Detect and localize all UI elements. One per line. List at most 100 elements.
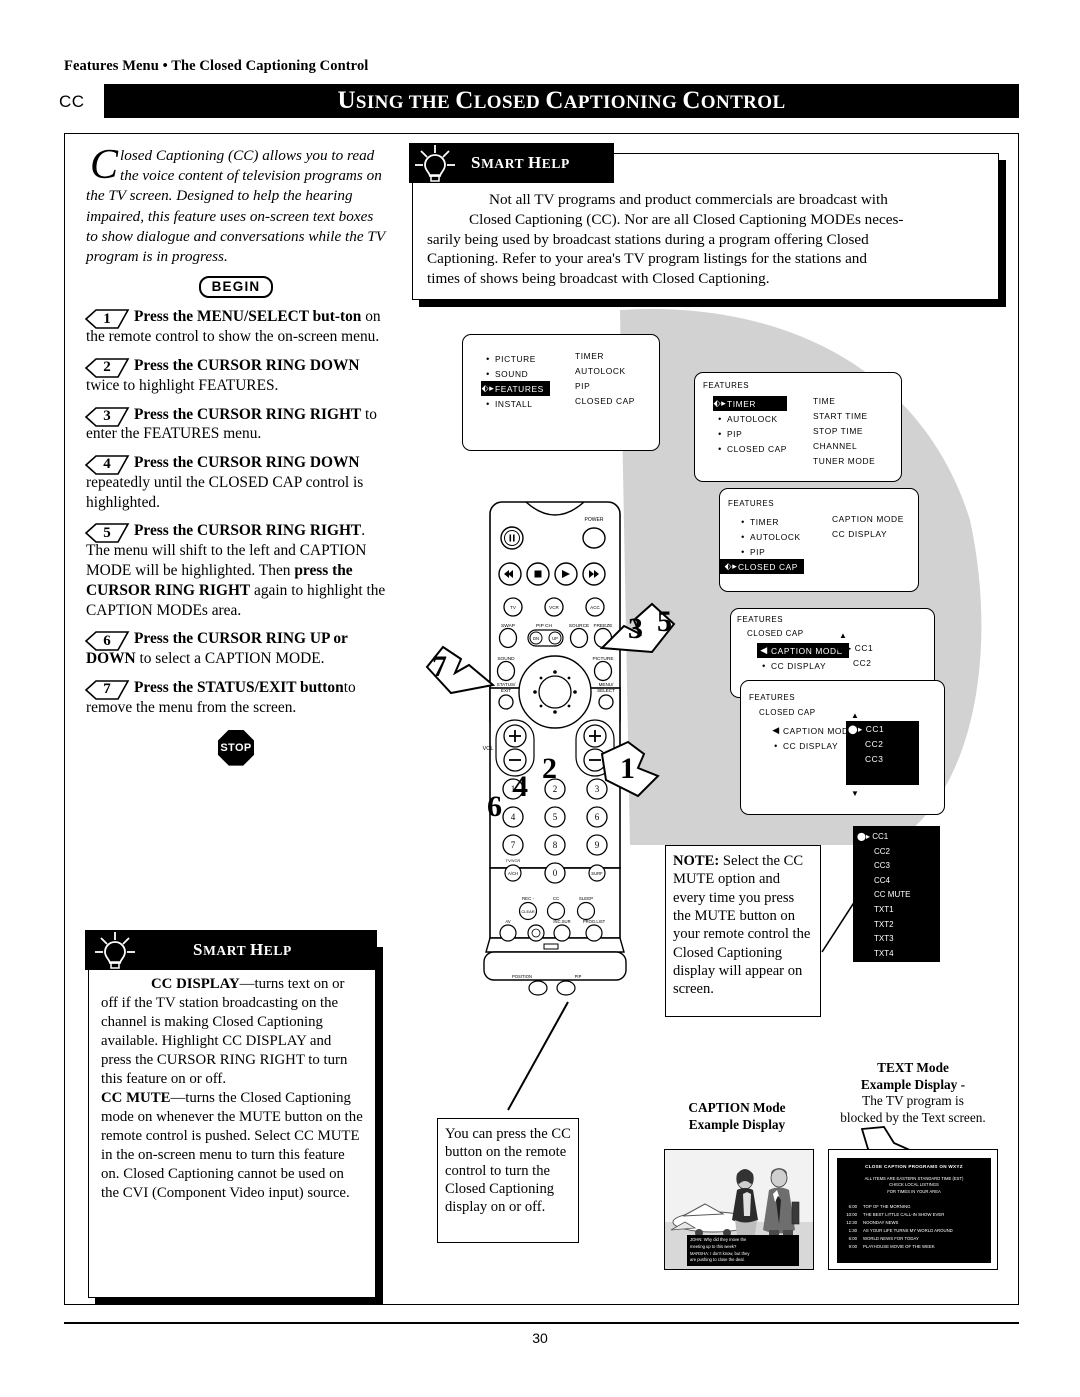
note-box: NOTE: Select the CC MUTE option and ever… <box>665 845 821 1017</box>
menu-sub-item[interactable]: CC2 <box>848 739 919 754</box>
svg-text:SLEEP: SLEEP <box>579 896 593 901</box>
listing-row: 6:00 WORLD NEWS FOR TODAY <box>837 1235 991 1243</box>
svg-text:TV/VCR: TV/VCR <box>506 858 521 863</box>
step-number-badge: 3 <box>84 406 130 428</box>
sh-top-line2: Closed Captioning (CC). Nor are all Clos… <box>469 210 904 228</box>
callout-6: 6 <box>487 790 502 823</box>
listing-row: 9:00 PLAYHOUSE MOVIE OF THE WEEK <box>837 1243 991 1251</box>
mode-item[interactable]: CC3 <box>857 859 940 874</box>
menu-item[interactable]: • CC DISPLAY <box>769 738 855 753</box>
svg-text:POSITION: POSITION <box>512 974 532 979</box>
svg-text:AV: AV <box>505 919 510 924</box>
listing-time: 9:00 <box>848 1243 857 1249</box>
menu-sub-item[interactable]: CC2 <box>837 658 873 673</box>
menu-item[interactable]: • TIMER <box>736 514 804 529</box>
intro-paragraph: Closed Captioning (CC) allows you to rea… <box>86 144 386 267</box>
svg-text:INC.SUR: INC.SUR <box>553 919 570 924</box>
menu-item[interactable]: ◀ CAPTION MODE <box>769 723 855 738</box>
menu-sub-item[interactable]: ⬤▸ CC1 <box>837 643 873 658</box>
menu-sub-item: TUNER MODE <box>813 456 876 466</box>
menu-item[interactable]: • AUTOLOCK <box>713 411 787 426</box>
menu-item-label: CLOSED CAP <box>738 561 798 572</box>
callout-7: 7 <box>432 650 447 683</box>
svg-text:VCR: VCR <box>549 605 559 610</box>
menu-2-title: FEATURES <box>703 381 750 390</box>
menu-item[interactable]: • PIP <box>736 544 804 559</box>
bullet-icon: • <box>486 368 490 379</box>
caption-mode-line2: Example Display <box>688 1116 786 1132</box>
mode-item[interactable]: CC2 <box>857 845 940 860</box>
sh-top-line5: times of shows being broadcast with Clos… <box>427 270 770 287</box>
step-2-bold: Press the CURSOR RING <box>134 356 307 374</box>
smart-help-bottom-content: CC DISPLAY—turns text on or off if the T… <box>89 941 375 1203</box>
menu-sub-item: AUTOLOCK <box>575 366 626 376</box>
sh-bottom-p2: CC MUTE—turns the Closed Captioning mode… <box>101 1089 365 1203</box>
text-screen-listings: 6:00 TOP OF THE MORNING 10:00 THE BEST LIT… <box>837 1203 991 1251</box>
sh-bottom-p2-text: —turns the Closed Captioning mode on whe… <box>101 1090 363 1201</box>
menu-item-label: CLOSED CAP <box>727 443 787 454</box>
cursor-ring-icon: ⬖▸ <box>481 383 495 393</box>
menu-item-highlighted[interactable]: ⬖▸ FEATURES <box>481 381 550 396</box>
menu-item-highlighted[interactable]: ◀ CAPTION MODE <box>757 643 849 658</box>
menu-sub-item[interactable]: CC3 <box>848 754 919 769</box>
menu-item[interactable]: • CLOSED CAP <box>713 441 787 456</box>
text-mode-line3: The TV program is <box>862 1093 964 1109</box>
step-number-badge: 6 <box>84 630 130 652</box>
callout-3: 3 <box>628 612 643 645</box>
scroll-up-arrow-icon: ▲ <box>839 631 847 640</box>
menu-item-label: INSTALL <box>495 398 533 409</box>
menu-1-left-list: • PICTURE • SOUND ⬖▸ FEATURES • INSTALL <box>481 351 550 411</box>
listing-show: TOP OF THE MORNING <box>863 1203 911 1209</box>
cursor-ring-icon: ⬤▸ <box>857 832 873 841</box>
menu-sub-item[interactable]: ⬤▸ CC1 <box>848 724 919 739</box>
menu-item-label: AUTOLOCK <box>727 413 778 424</box>
caption-line-4: are pushing to close the deal. <box>690 1257 745 1263</box>
menu-item[interactable]: • AUTOLOCK <box>736 529 804 544</box>
menu-item-label: AUTOLOCK <box>750 531 801 542</box>
svg-text:POWER: POWER <box>585 517 604 523</box>
step-1-bold2: ton <box>339 308 362 326</box>
sh-bottom-p1-text: —turns text on or off if the TV station … <box>101 976 348 1087</box>
mode-item-label: CC1 <box>872 832 889 841</box>
mode-item-selected[interactable]: ⬤▸ CC1 <box>857 830 940 845</box>
menu-item-label: CAPTION MODE <box>771 645 843 656</box>
tv-menu-screen-3: FEATURES • TIMER • AUTOLOCK • PIP ⬖▸ CLOSED … <box>719 488 919 592</box>
step-6-text: to select a CAPTION MODE. <box>135 650 325 668</box>
svg-text:PIP CH: PIP CH <box>536 623 552 629</box>
menu-item[interactable]: • CC DISPLAY <box>757 658 849 673</box>
svg-text:SELECT: SELECT <box>597 688 615 693</box>
step-2-text: twice to highlight FEATURES. <box>86 376 279 394</box>
listing-row: 12:30 NOONDAY NEWS <box>837 1219 991 1227</box>
smart-help-body: SMART HELP Not all TV programs and produ… <box>409 143 999 300</box>
listing-show: NOONDAY NEWS <box>863 1219 899 1225</box>
menu-item[interactable]: • INSTALL <box>481 396 550 411</box>
svg-text:6: 6 <box>595 812 600 822</box>
step-5-bold2: RIGHT <box>309 522 362 540</box>
sh-top-line4: Captioning. Refer to your area's TV prog… <box>427 250 867 268</box>
svg-text:UP: UP <box>552 636 558 641</box>
menu-item[interactable]: • SOUND <box>481 366 550 381</box>
step-number: 3 <box>103 407 111 424</box>
svg-text:3: 3 <box>595 784 600 794</box>
menu-item[interactable]: • PIP <box>713 426 787 441</box>
menu-3-right-list: CAPTION MODE CC DISPLAY <box>832 514 904 544</box>
step-2-bold2: DOWN <box>309 356 360 374</box>
menu-item-highlighted[interactable]: ⬖▸ CLOSED CAP <box>720 559 804 574</box>
svg-text:CLEAR: CLEAR <box>521 909 534 914</box>
svg-text:5: 5 <box>553 812 558 822</box>
menu-item-highlighted[interactable]: ⬖▸ TIMER <box>713 396 787 411</box>
step-7-bold: Press the STATUS/EXIT button <box>134 679 344 697</box>
svg-text:VOL: VOL <box>483 746 494 752</box>
menu-item[interactable]: • PICTURE <box>481 351 550 366</box>
svg-text:MENU/: MENU/ <box>599 682 615 687</box>
cursor-ring-icon: ⬤▸ <box>848 724 866 734</box>
menu-item-label: CAPTION MODE <box>783 725 855 736</box>
note-box-label: NOTE: <box>673 853 720 869</box>
step-6: 6 Press the CURSOR RING UP or DOWN to se… <box>84 629 386 669</box>
text-mode-caption: TEXT Mode Example Display - The TV progr… <box>818 1060 1008 1126</box>
menu-3-left-list: • TIMER • AUTOLOCK • PIP ⬖▸ CLOSED CAP <box>720 514 804 574</box>
callout-5: 5 <box>657 605 672 638</box>
step-number: 5 <box>103 524 111 541</box>
step-number-badge: 5 <box>84 522 130 544</box>
bullet-icon: • <box>718 443 722 454</box>
